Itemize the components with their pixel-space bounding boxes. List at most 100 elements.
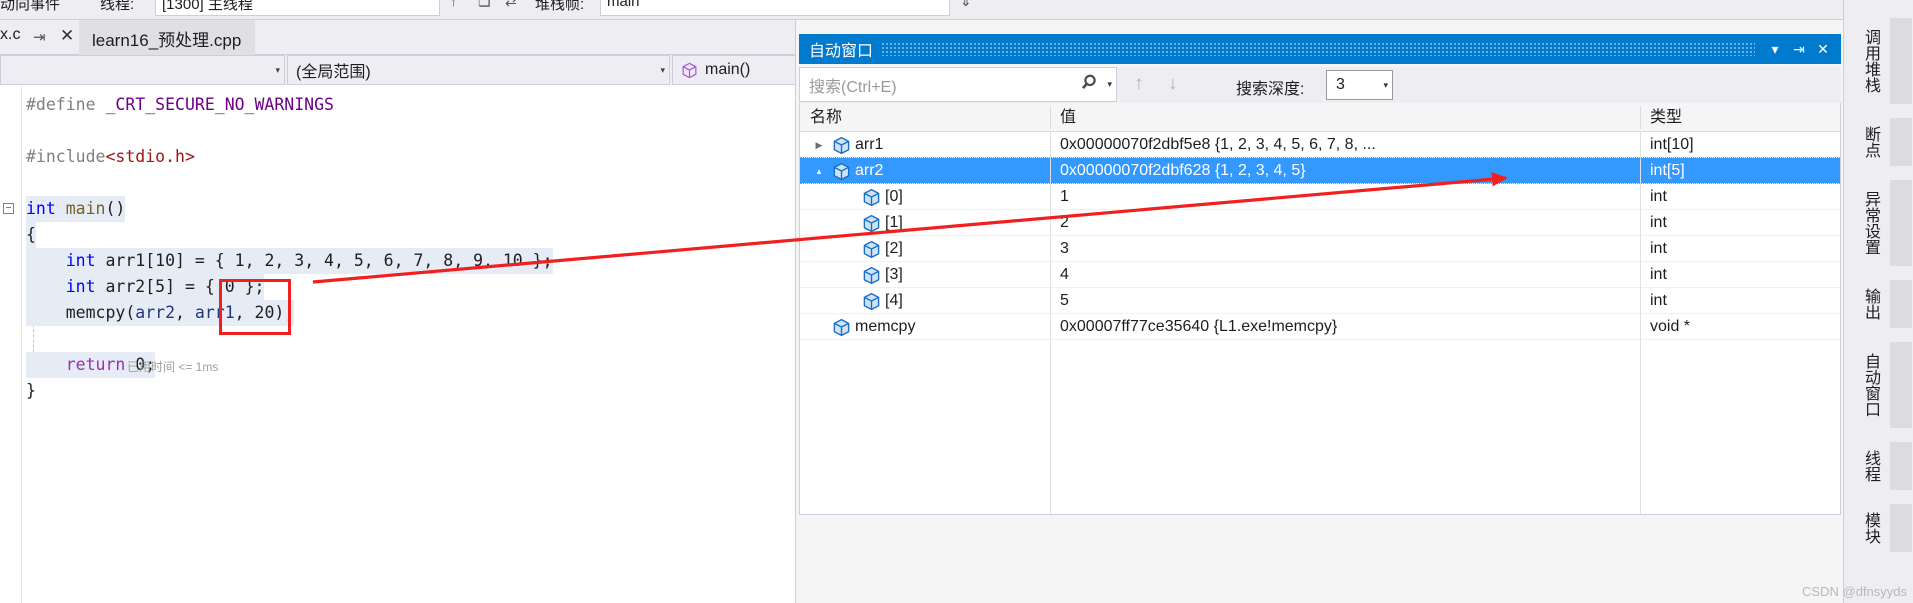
editor-tabstrip: x.c ⇥ ✕ learn16_预处理.cpp [0,20,795,55]
table-row[interactable]: ▴ arr2 0x00000070f2dbf628 {1, 2, 3, 4, 5} i… [800,158,1840,184]
table-row[interactable]: ▶ arr1 0x00000070f2dbf5e8 {1, 2, 3, 4, 5, … [800,132,1840,158]
method-cube-icon [681,62,698,79]
watermark: CSDN @dfnsyyds [1802,584,1907,599]
variable-cube-icon [862,266,881,285]
code-token: }; [234,277,265,296]
code-line: { [26,222,36,248]
code-line: #define _CRT_SECURE_NO_WARNINGS [26,92,334,118]
rail-tab-0[interactable]: 调用堆栈 [1852,18,1882,104]
variable-cube-icon [832,136,851,155]
autos-panel: 自动窗口 ▾ ⇥ ✕ 搜索(Ctrl+E) ▾ ↑ ↓ 搜索深度: 3 ▾ 名称… [795,20,1843,603]
column-header-type[interactable]: 类型 [1640,103,1840,132]
chevron-down-icon[interactable]: ▾ [1107,79,1112,90]
pin-icon[interactable]: ⇥ [33,28,46,46]
code-line: int main() [26,196,126,222]
frame-combo[interactable]: main [600,0,950,16]
thread-combo[interactable]: [1300] 主线程 [155,0,440,16]
toolbar-stepper-icon[interactable]: ⇕ [960,0,972,10]
code-editor[interactable]: − #define _CRT_SECURE_NO_WARNINGS #inclu… [0,86,795,603]
pin-icon[interactable]: ⇥ [1787,41,1811,58]
editor-gutter [0,86,22,603]
row-name: [1] [885,214,903,231]
search-next-button[interactable]: ↓ [1168,73,1178,95]
rail-tab-strip [1890,18,1912,104]
close-icon[interactable]: ✕ [1811,41,1835,58]
rail-tab-strip [1890,180,1912,266]
row-name: arr1 [855,136,884,153]
search-controls[interactable]: ▾ [1081,72,1112,98]
cell-name: [4] [800,288,1050,314]
rail-tab-6[interactable]: 模块 [1852,504,1882,552]
search-prev-button[interactable]: ↑ [1134,73,1144,95]
cell-value[interactable]: 0x00007ff77ce35640 {L1.exe!memcpy} [1050,314,1640,340]
toolbar-swap-icon[interactable]: ⇄ [505,0,517,10]
table-row[interactable]: [3] 4 int [800,262,1840,288]
chevron-down-icon: ▾ [1383,79,1388,90]
column-divider[interactable] [1050,106,1051,129]
scope-combo-left[interactable]: ▾ [0,55,285,85]
table-row[interactable]: memcpy 0x00007ff77ce35640 {L1.exe!memcpy}… [800,314,1840,340]
row-expander[interactable]: ▴ [812,158,826,184]
cell-value[interactable]: 1 [1050,184,1640,210]
autos-grid[interactable]: 名称 值 类型 ▶ arr1 0x00000070f2dbf5e8 {1, 2, 3… [799,103,1841,515]
rail-tab-3[interactable]: 输出 [1852,280,1882,328]
rail-tab-4[interactable]: 自动窗口 [1852,342,1882,428]
tab-learn16[interactable]: learn16_预处理.cpp [79,20,256,55]
member-combo-text: main() [705,61,751,78]
column-divider[interactable] [1640,106,1641,129]
cell-value[interactable]: 0x00000070f2dbf628 {1, 2, 3, 4, 5} [1050,158,1640,184]
collapse-region-main[interactable]: − [3,203,14,214]
search-depth-select[interactable]: 3 ▾ [1326,70,1393,100]
cell-name: [2] [800,236,1050,262]
toolbar-window-icon[interactable]: ❏ [478,0,491,10]
cell-value[interactable]: 4 [1050,262,1640,288]
table-row[interactable]: [4] 5 int [800,288,1840,314]
row-name: [4] [885,292,903,309]
rail-tab-1[interactable]: 断点 [1852,118,1882,166]
rail-tab-2[interactable]: 异常设置 [1852,180,1882,266]
cell-value[interactable]: 5 [1050,288,1640,314]
table-row[interactable]: [1] 2 int [800,210,1840,236]
row-name: [3] [885,266,903,283]
cell-name: [0] [800,184,1050,210]
column-divider-line [1050,132,1051,514]
tool-window-rail: 调用堆栈断点异常设置输出自动窗口线程模块 [1843,0,1913,603]
table-row[interactable]: [2] 3 int [800,236,1840,262]
cell-type: int[5] [1650,162,1685,179]
code-token: ); [274,303,295,322]
scope-combo-global-text: (全局范围) [296,64,371,81]
search-icon[interactable] [1081,72,1103,98]
code-token: #include [26,147,106,166]
column-header-value[interactable]: 值 [1050,103,1640,132]
row-expander[interactable]: ▶ [812,132,826,158]
variable-cube-icon [862,292,881,311]
cell-name: ▶ arr1 [800,132,1050,158]
scope-combo-global[interactable]: (全局范围) ▾ [287,55,670,85]
rail-tab-strip [1890,504,1912,552]
tab-previous-file[interactable]: x.c [0,26,20,44]
variable-cube-icon [832,318,851,337]
cell-value[interactable]: 3 [1050,236,1640,262]
close-icon[interactable]: ✕ [60,26,74,46]
cell-value[interactable]: 2 [1050,210,1640,236]
code-line: #include<stdio.h> [26,144,195,170]
table-row[interactable]: [0] 1 int [800,184,1840,210]
member-combo-main[interactable]: main() [672,55,795,85]
row-name: [2] [885,240,903,257]
code-line: memcpy(arr2, arr1, 20); [26,300,295,326]
cell-value[interactable]: 0x00000070f2dbf5e8 {1, 2, 3, 4, 5, 6, 7,… [1050,132,1640,158]
variable-cube-icon [862,214,881,233]
rail-tab-5[interactable]: 线程 [1852,442,1882,490]
code-token: int [65,251,96,270]
editor-pane: x.c ⇥ ✕ learn16_预处理.cpp ▾ (全局范围) ▾ main(… [0,20,795,603]
column-header-name[interactable]: 名称 [800,103,1050,132]
toolbar-up-icon[interactable]: ↑ [450,0,457,9]
chevron-down-icon[interactable]: ▾ [1763,41,1787,58]
search-input[interactable]: 搜索(Ctrl+E) ▾ [799,67,1117,102]
cell-name: ▴ arr2 [800,158,1050,184]
toolbar-events-label: 动向事件 [0,0,61,13]
drag-grip[interactable] [881,42,1755,56]
code-token: }; [522,251,553,270]
code-token: main [65,199,106,218]
